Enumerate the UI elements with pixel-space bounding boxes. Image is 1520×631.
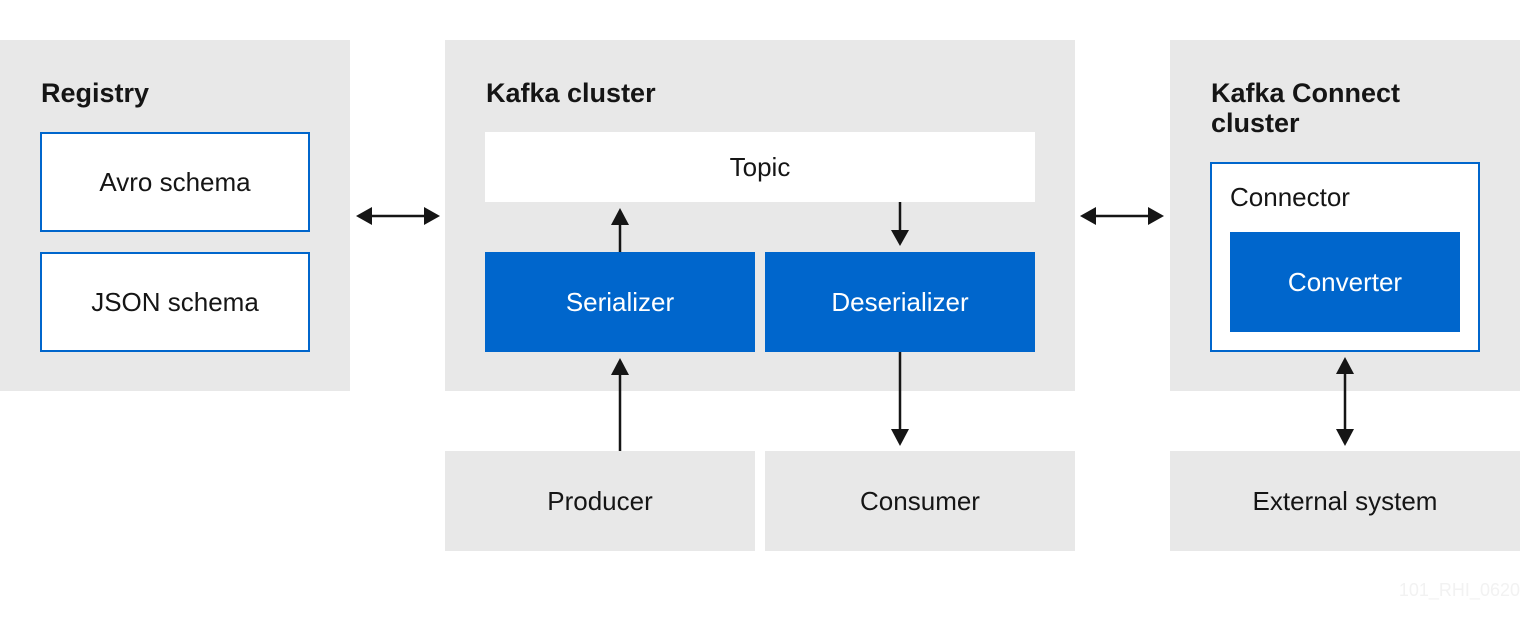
figure-id-watermark: 101_RHI_0620 (1398, 580, 1520, 600)
connector-external-double-arrow (1336, 357, 1354, 446)
topic-to-deserializer-arrow (891, 202, 909, 246)
serializer-to-topic-arrow (611, 208, 629, 252)
kafka-connect-double-arrow (1080, 207, 1164, 225)
deserializer-to-consumer-arrow (891, 352, 909, 446)
producer-to-serializer-arrow (611, 358, 629, 451)
arrows-layer (356, 202, 1354, 451)
registry-kafka-double-arrow (356, 207, 440, 225)
